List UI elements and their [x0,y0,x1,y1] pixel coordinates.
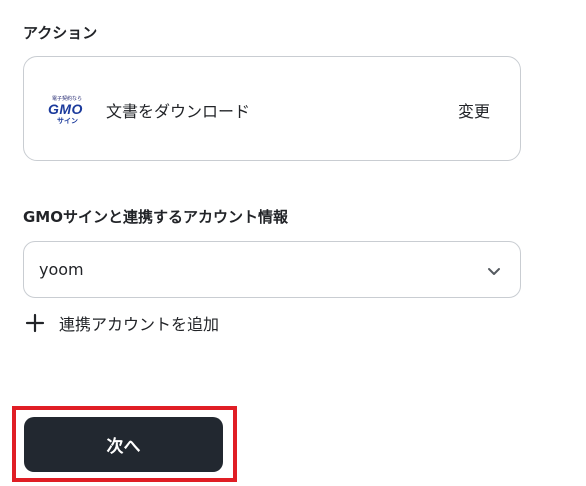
action-card: 電子契約なら GMO サイン 文書をダウンロード 変更 [23,56,521,161]
selected-account-value: yoom [39,260,84,279]
account-select[interactable]: yoom [23,241,521,298]
add-account-label: 連携アカウントを追加 [59,315,220,334]
logo-sub: サイン [57,117,78,125]
next-button[interactable]: 次へ [24,417,223,472]
action-section-label: アクション [23,24,98,42]
action-name: 文書をダウンロード [106,102,251,121]
account-section-label: GMOサインと連携するアカウント情報 [23,208,288,226]
add-account-button[interactable]: 連携アカウントを追加 [25,312,219,334]
change-action-button[interactable]: 変更 [458,98,490,122]
plus-icon [25,313,45,333]
chevron-down-icon [488,268,500,275]
logo-brand: GMO [48,101,83,117]
gmo-sign-logo: 電子契約なら GMO サイン [46,95,92,125]
